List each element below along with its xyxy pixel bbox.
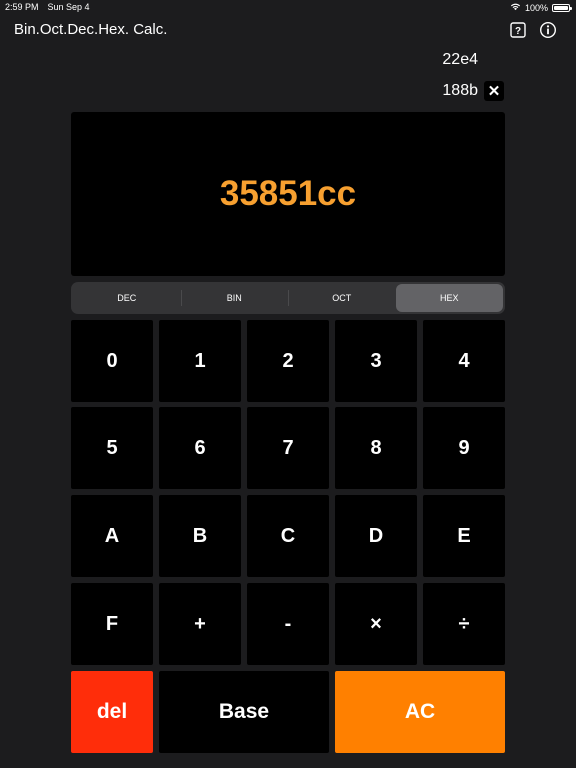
info-icon[interactable] (539, 21, 557, 39)
mode-hex[interactable]: HEX (395, 284, 503, 312)
divide-button[interactable]: ÷ (423, 583, 505, 665)
history-item[interactable]: 22e4 (442, 51, 478, 69)
status-time: 2:59 PM (5, 2, 39, 12)
display-value: 35851cc (219, 174, 357, 213)
key-f[interactable]: F (71, 583, 153, 665)
status-date: Sun Sep 4 (47, 2, 90, 12)
app-title: Bin.Oct.Dec.Hex. Calc. (14, 21, 168, 38)
mode-oct[interactable]: OCT (288, 284, 396, 312)
mode-bin[interactable]: BIN (180, 284, 289, 312)
battery-percent: 100% (524, 2, 548, 13)
base-button[interactable]: Base (159, 671, 329, 753)
key-3[interactable]: 3 (335, 320, 417, 402)
multiply-button[interactable]: × (335, 583, 417, 665)
key-0[interactable]: 0 (71, 320, 153, 402)
key-2[interactable]: 2 (247, 320, 329, 402)
subtract-button[interactable]: - (247, 583, 329, 665)
history-item[interactable]: 188b (442, 82, 478, 100)
delete-button[interactable]: del (71, 671, 153, 753)
key-c[interactable]: C (247, 495, 329, 577)
key-8[interactable]: 8 (335, 407, 417, 489)
key-9[interactable]: 9 (423, 407, 505, 489)
key-e[interactable]: E (423, 495, 505, 577)
close-icon: ✕ (487, 83, 501, 100)
key-4[interactable]: 4 (423, 320, 505, 402)
svg-text:?: ? (515, 26, 521, 37)
key-6[interactable]: 6 (159, 407, 241, 489)
mode-dec[interactable]: DEC (73, 284, 181, 312)
add-button[interactable]: + (159, 583, 241, 665)
help-icon[interactable]: ? (509, 21, 527, 39)
battery-icon (552, 3, 572, 12)
key-1[interactable]: 1 (159, 320, 241, 402)
wifi-icon (510, 2, 521, 13)
result-display: 35851cc (71, 112, 505, 276)
key-b[interactable]: B (159, 495, 241, 577)
all-clear-button[interactable]: AC (335, 671, 505, 753)
base-mode-selector: DEC BIN OCT HEX (71, 282, 505, 314)
status-bar: 2:59 PM Sun Sep 4 100% (0, 0, 576, 14)
key-d[interactable]: D (335, 495, 417, 577)
clear-history-button[interactable]: ✕ (484, 81, 504, 101)
key-7[interactable]: 7 (247, 407, 329, 489)
key-5[interactable]: 5 (71, 407, 153, 489)
key-a[interactable]: A (71, 495, 153, 577)
